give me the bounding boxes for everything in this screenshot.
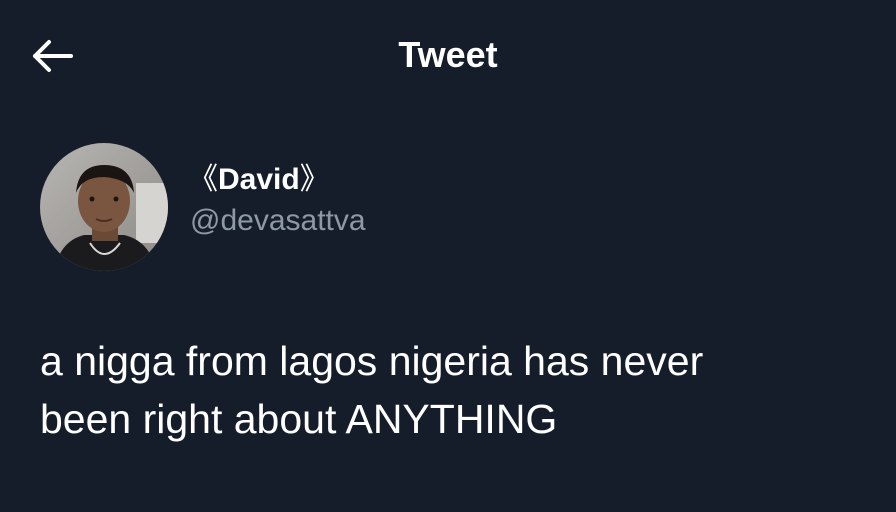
name-prefix: 《: [188, 163, 218, 196]
author-names: 《David》 @devasattva: [188, 161, 366, 241]
tweet-text: a nigga from lagos nigeria has never bee…: [40, 332, 890, 448]
profile-photo-icon: [40, 143, 168, 271]
tweet-text-line-1: a nigga from lagos nigeria has never: [40, 338, 704, 384]
display-name-text: David: [218, 163, 300, 196]
tweet-author[interactable]: 《David》 @devasattva: [40, 142, 366, 272]
tweet-text-line-2: been right about ANYTHING: [40, 396, 558, 442]
page-title: Tweet: [398, 34, 498, 75]
user-handle[interactable]: @devasattva: [190, 201, 366, 241]
avatar[interactable]: [40, 143, 168, 271]
tweet-header: Tweet: [0, 0, 896, 112]
display-name[interactable]: 《David》: [188, 161, 366, 199]
name-suffix: 》: [299, 163, 330, 196]
